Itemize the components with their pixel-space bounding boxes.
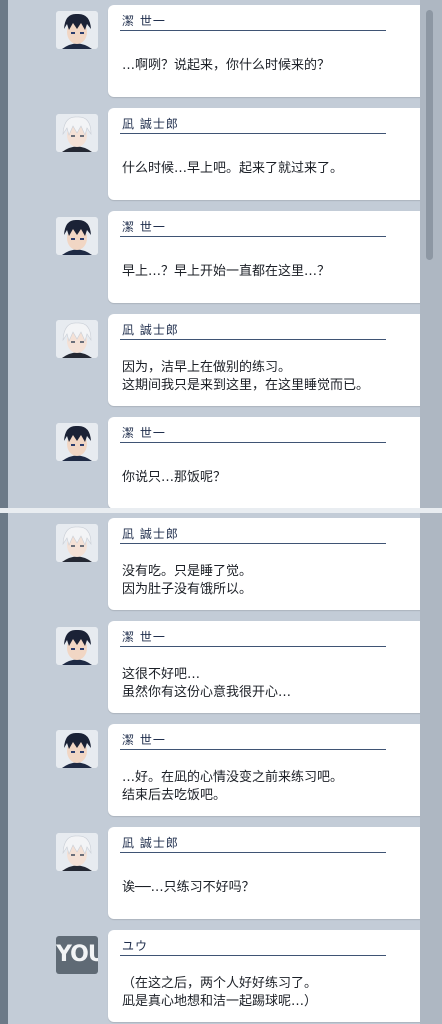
chat-log-panel-top[interactable]: 潔 世一 …啊咧？说起来，你什么时候来的？ 凪 誠士郎 什么时候…早上吧。起来了… [8, 0, 420, 508]
message-text: …好。在凪的心情没变之前来练习吧。 结束后去吃饭吧。 [122, 770, 344, 803]
message-text: 这很不好吧… 虽然你有这份心意我很开心… [122, 667, 292, 700]
chat-message: 潔 世一 早上…？早上开始一直都在这里…？ [56, 211, 420, 303]
avatar [56, 627, 98, 665]
isagi-portrait-icon [56, 217, 98, 255]
chat-message: 潔 世一 …啊咧？说起来，你什么时候来的？ [56, 5, 420, 97]
message-bubble: 凪 誠士郎 什么时候…早上吧。起来了就过来了。 [108, 108, 420, 200]
speaker-name: 凪 誠士郎 [122, 836, 179, 850]
you-avatar-label: YOU [56, 936, 98, 974]
message-text: 诶──…只练习不好吗？ [122, 880, 255, 895]
chat-message: 凪 誠士郎 没有吃。只是睡了觉。 因为肚子没有饿所以。 [56, 518, 420, 610]
name-divider [120, 339, 386, 340]
avatar [56, 833, 98, 871]
message-text: 什么时候…早上吧。起来了就过来了。 [122, 161, 344, 176]
isagi-portrait-icon [56, 730, 98, 768]
avatar [56, 114, 98, 152]
speaker-name: 凪 誠士郎 [122, 117, 179, 131]
avatar [56, 217, 98, 255]
name-divider [120, 442, 386, 443]
nagi-portrait-icon [56, 524, 98, 562]
chat-message: YOU ユウ （在这之后，两个人好好练习了。 凪是真心地想和洁一起踢球呢…） [56, 930, 420, 1022]
nagi-portrait-icon [56, 320, 98, 358]
message-text: 没有吃。只是睡了觉。 因为肚子没有饿所以。 [122, 564, 253, 597]
message-bubble: ユウ （在这之后，两个人好好练习了。 凪是真心地想和洁一起踢球呢…） [108, 930, 420, 1022]
speaker-name: 潔 世一 [122, 630, 166, 644]
name-divider [120, 646, 386, 647]
nagi-portrait-icon [56, 114, 98, 152]
message-text: 早上…？早上开始一直都在这里…？ [122, 264, 331, 279]
avatar [56, 423, 98, 461]
chat-log-panel-bottom[interactable]: 凪 誠士郎 没有吃。只是睡了觉。 因为肚子没有饿所以。 潔 世一 这很不好吧… … [8, 513, 420, 1024]
message-bubble: 潔 世一 这很不好吧… 虽然你有这份心意我很开心… [108, 621, 420, 713]
name-divider [120, 852, 386, 853]
message-bubble: 潔 世一 …啊咧？说起来，你什么时候来的？ [108, 5, 420, 97]
avatar [56, 524, 98, 562]
chat-message: 凪 誠士郎 什么时候…早上吧。起来了就过来了。 [56, 108, 420, 200]
name-divider [120, 543, 386, 544]
message-bubble: 潔 世一 你说只…那饭呢？ [108, 417, 420, 508]
speaker-name: 潔 世一 [122, 14, 166, 28]
chat-message: 凪 誠士郎 因为，洁早上在做别的练习。 这期间我只是来到这里，在这里睡觉而已。 [56, 314, 420, 406]
message-bubble: 凪 誠士郎 没有吃。只是睡了觉。 因为肚子没有饿所以。 [108, 518, 420, 610]
isagi-portrait-icon [56, 627, 98, 665]
avatar [56, 730, 98, 768]
scrollbar[interactable] [426, 10, 433, 260]
message-text: 你说只…那饭呢？ [122, 470, 227, 485]
speaker-name: 潔 世一 [122, 426, 166, 440]
name-divider [120, 236, 386, 237]
speaker-name: 凪 誠士郎 [122, 527, 179, 541]
name-divider [120, 955, 386, 956]
message-bubble: 凪 誠士郎 因为，洁早上在做别的练习。 这期间我只是来到这里，在这里睡觉而已。 [108, 314, 420, 406]
chat-message: 潔 世一 你说只…那饭呢？ [56, 417, 420, 508]
name-divider [120, 30, 386, 31]
speaker-name: 潔 世一 [122, 220, 166, 234]
avatar [56, 11, 98, 49]
speaker-name: ユウ [122, 939, 149, 953]
name-divider [120, 133, 386, 134]
name-divider [120, 749, 386, 750]
speaker-name: 凪 誠士郎 [122, 323, 179, 337]
speaker-name: 潔 世一 [122, 733, 166, 747]
message-text: （在这之后，两个人好好练习了。 凪是真心地想和洁一起踢球呢…） [122, 976, 318, 1009]
isagi-portrait-icon [56, 11, 98, 49]
avatar: YOU [56, 936, 98, 974]
isagi-portrait-icon [56, 423, 98, 461]
chat-message: 潔 世一 这很不好吧… 虽然你有这份心意我很开心… [56, 621, 420, 713]
message-bubble: 凪 誠士郎 诶──…只练习不好吗？ [108, 827, 420, 919]
message-text: 因为，洁早上在做别的练习。 这期间我只是来到这里，在这里睡觉而已。 [122, 360, 370, 393]
avatar [56, 320, 98, 358]
message-bubble: 潔 世一 早上…？早上开始一直都在这里…？ [108, 211, 420, 303]
message-bubble: 潔 世一 …好。在凪的心情没变之前来练习吧。 结束后去吃饭吧。 [108, 724, 420, 816]
message-text: …啊咧？说起来，你什么时候来的？ [122, 58, 331, 73]
chat-message: 凪 誠士郎 诶──…只练习不好吗？ [56, 827, 420, 919]
chat-message: 潔 世一 …好。在凪的心情没变之前来练习吧。 结束后去吃饭吧。 [56, 724, 420, 816]
nagi-portrait-icon [56, 833, 98, 871]
